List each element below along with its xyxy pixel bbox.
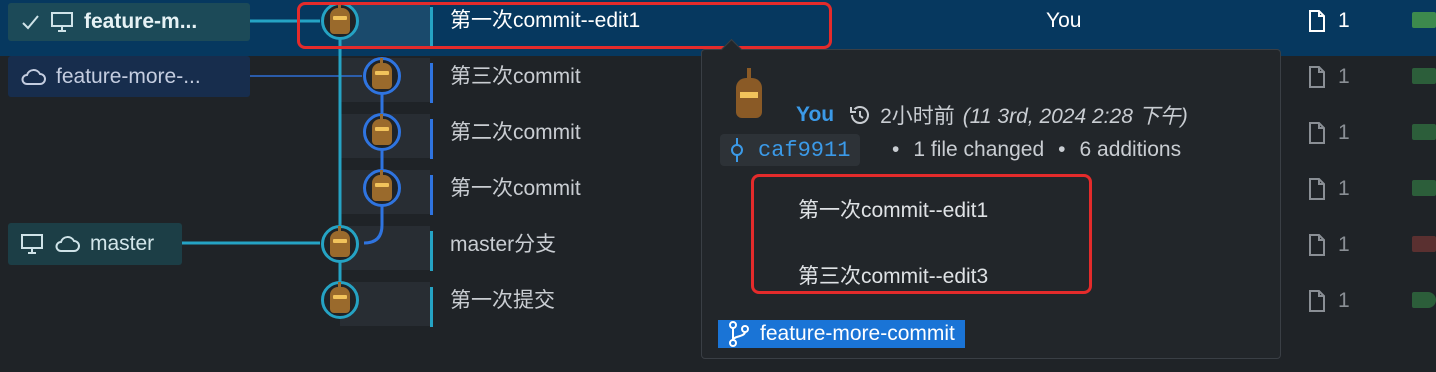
- commit-sha-button[interactable]: caf9911: [720, 134, 861, 166]
- branch-name: feature-m...: [84, 10, 198, 33]
- files-changed-text: 1 file changed: [913, 138, 1045, 161]
- commit-message: 第三次commit: [450, 65, 581, 88]
- author-avatar: [732, 68, 766, 122]
- absolute-time: (11 3rd, 2024 2:28 下午): [962, 105, 1188, 128]
- cloud-icon: [21, 68, 46, 85]
- changes-bar: [1412, 292, 1436, 308]
- highlight-box: [751, 174, 1092, 294]
- changes-bar: [1412, 12, 1436, 28]
- avatar: [363, 57, 401, 95]
- files-changed: 1: [1308, 112, 1350, 154]
- commit-message: 第一次提交: [450, 289, 555, 312]
- change-summary: • 1 file changed • 6 additions: [892, 138, 1182, 161]
- commit-message: 第二次commit: [450, 121, 581, 144]
- history-icon: [850, 106, 870, 124]
- avatar: [321, 225, 359, 263]
- branch-label-local-current[interactable]: feature-m...: [8, 3, 250, 41]
- monitor-icon: [51, 12, 73, 32]
- monitor-icon: [21, 234, 43, 254]
- git-branch-icon: [729, 321, 749, 347]
- file-icon: [1309, 122, 1325, 144]
- files-changed: 1: [1308, 168, 1350, 210]
- relative-time: 2小时前: [880, 105, 955, 128]
- check-icon: [22, 15, 39, 30]
- additions-text: 6 additions: [1079, 138, 1182, 161]
- branch-name: feature-more-...: [56, 64, 201, 88]
- file-icon: [1309, 66, 1325, 88]
- popup-header: You 2小时前 (11 3rd, 2024 2:28 下午): [796, 100, 1188, 130]
- avatar: [363, 113, 401, 151]
- branch-label-remote[interactable]: feature-more-...: [8, 56, 250, 97]
- commit-author: You: [1046, 9, 1082, 32]
- files-changed: 1: [1308, 224, 1350, 266]
- branch-chip[interactable]: feature-more-commit: [718, 320, 965, 348]
- file-icon: [1309, 10, 1325, 32]
- file-icon: [1309, 178, 1325, 200]
- changes-bar: [1412, 180, 1436, 196]
- avatar: [363, 169, 401, 207]
- commit-icon: [731, 138, 743, 162]
- files-changed: 1: [1308, 280, 1350, 322]
- file-icon: [1309, 290, 1325, 312]
- changes-bar: [1412, 68, 1436, 84]
- changes-bar: [1412, 236, 1436, 252]
- popup-author: You: [796, 103, 835, 126]
- files-changed: 1: [1308, 56, 1350, 98]
- changes-bar: [1412, 124, 1436, 140]
- highlight-box: [297, 2, 832, 49]
- files-changed: 1: [1308, 0, 1350, 42]
- branch-chip-label: feature-more-commit: [760, 322, 955, 345]
- branch-label-master[interactable]: master: [8, 223, 182, 265]
- avatar: [321, 281, 359, 319]
- commit-message: 第一次commit: [450, 177, 581, 200]
- file-icon: [1309, 234, 1325, 256]
- cloud-icon: [55, 236, 80, 252]
- branch-name: master: [90, 232, 155, 255]
- commit-sha: caf9911: [758, 137, 851, 163]
- commit-message: master分支: [450, 233, 557, 256]
